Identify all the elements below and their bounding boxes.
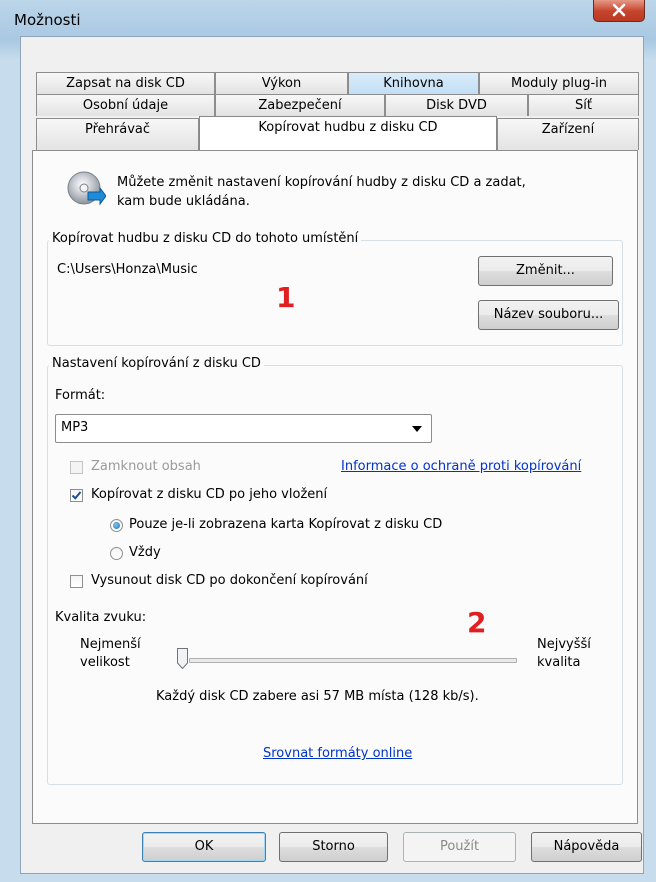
lock-content-label: Zamknout obsah (91, 459, 201, 474)
quality-size-info: Každý disk CD zabere asi 57 MB místa (12… (156, 689, 479, 704)
intro-text-line2: kam bude ukládána. (117, 194, 250, 209)
audio-quality-slider-thumb[interactable] (177, 648, 188, 669)
annotation-2: 2 (467, 606, 487, 639)
lock-content-checkbox[interactable] (70, 461, 83, 474)
ok-button[interactable]: OK (142, 832, 266, 862)
panel-content: Můžete změnit nastavení kopírování hudby… (0, 0, 656, 882)
quality-min-line2: velikost (80, 655, 130, 670)
cd-rip-icon (67, 171, 106, 206)
format-select-value: MP3 (61, 420, 89, 435)
rip-location-path: C:\Users\Honza\Music (57, 262, 198, 277)
rip-on-insert-label: Kopírovat z disku CD po jeho vložení (91, 487, 328, 502)
format-label: Formát: (55, 388, 106, 403)
apply-button[interactable]: Použít (403, 832, 516, 862)
compare-formats-online-link[interactable]: Srovnat formáty online (263, 746, 412, 761)
change-location-button[interactable]: Změnit... (478, 256, 613, 286)
annotation-1: 1 (276, 281, 296, 314)
radio-only-rip-tab-label: Pouze je-li zobrazena karta Kopírovat z … (129, 517, 443, 532)
file-name-button[interactable]: Název souboru... (478, 300, 619, 330)
radio-always-label: Vždy (129, 545, 161, 560)
cancel-button[interactable]: Storno (279, 832, 388, 862)
rip-on-insert-checkbox[interactable] (70, 489, 83, 502)
eject-after-rip-label: Vysunout disk CD po dokončení kopírování (91, 573, 368, 588)
chevron-down-icon (412, 426, 422, 432)
settings-group-label: Nastavení kopírování z disku CD (49, 356, 264, 371)
quality-max-line2: kvalita (537, 655, 581, 670)
format-select[interactable]: MP3 (55, 414, 432, 443)
help-button[interactable]: Nápověda (531, 832, 642, 862)
radio-only-rip-tab[interactable] (110, 519, 123, 532)
location-group-label: Kopírovat hudbu z disku CD do tohoto umí… (49, 231, 362, 246)
options-window: Možnosti Zapsat na disk CD Výkon Knihovn… (0, 0, 656, 882)
intro-text-line1: Můžete změnit nastavení kopírování hudby… (117, 175, 526, 190)
audio-quality-slider-track[interactable] (189, 658, 517, 663)
audio-quality-label: Kvalita zvuku: (55, 610, 147, 625)
quality-min-line1: Nejmenší (80, 637, 141, 652)
quality-max-line1: Nejvyšší (537, 637, 591, 652)
eject-after-rip-checkbox[interactable] (70, 575, 83, 588)
checkmark-icon (71, 491, 82, 500)
copy-protection-info-link[interactable]: Informace o ochraně proti kopírování (341, 459, 581, 474)
radio-always[interactable] (110, 547, 123, 560)
